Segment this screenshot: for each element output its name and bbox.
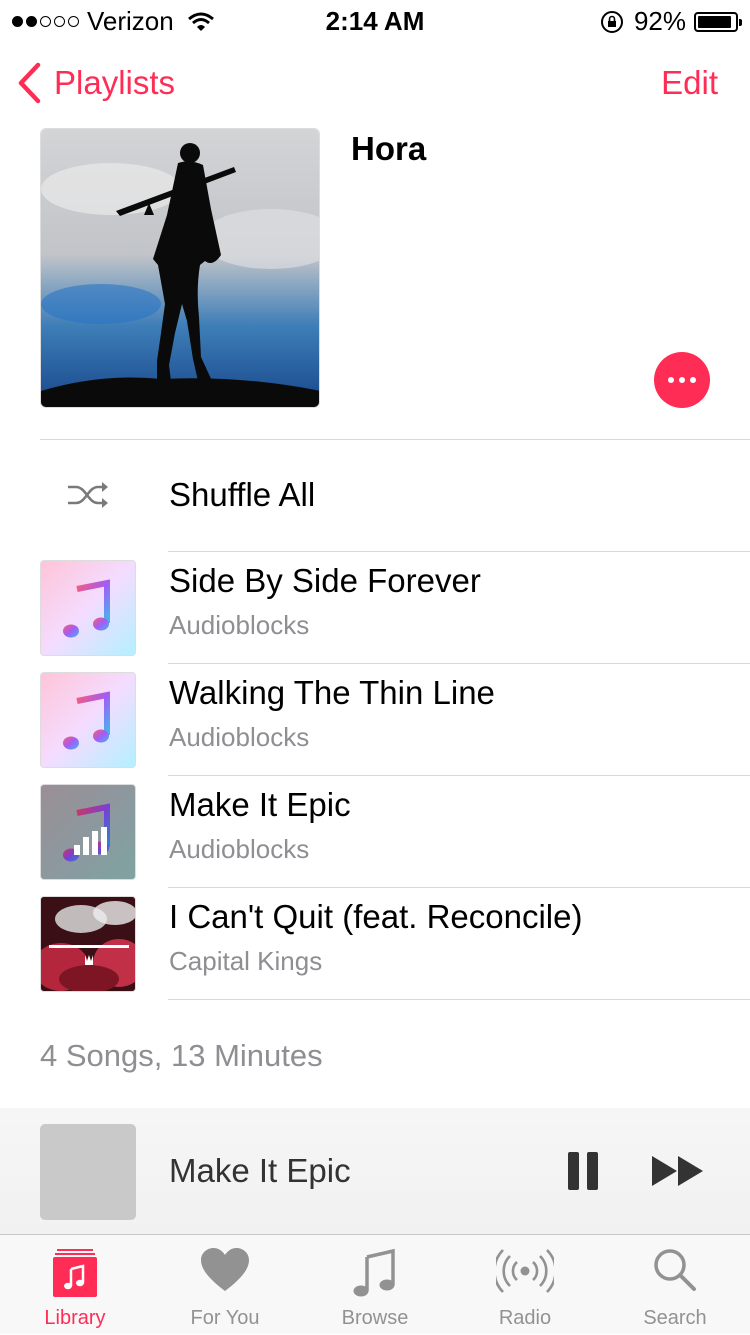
ellipsis-icon [668,377,674,383]
song-row[interactable]: Walking The Thin Line Audioblocks [0,664,750,776]
song-artwork [40,896,136,992]
tab-library[interactable]: Library [0,1235,150,1335]
music-note-icon [353,1248,395,1297]
tab-for-you[interactable]: For You [150,1235,300,1335]
music-note-icon [63,691,110,750]
fast-forward-icon [652,1156,703,1186]
song-artist: Audioblocks [169,722,310,752]
now-playing-artwork [40,1124,136,1220]
tab-label: For You [190,1307,260,1329]
tab-label: Search [643,1307,707,1329]
song-row[interactable]: Side By Side Forever Audioblocks [0,552,750,664]
tab-label: Radio [498,1307,552,1329]
song-artist: Capital Kings [169,946,323,976]
mini-player[interactable]: Make It Epic [0,1108,750,1234]
shuffle-label: Shuffle All [169,476,316,513]
song-artwork [40,672,136,768]
song-row[interactable]: I Can't Quit (feat. Reconcile) Capital K… [0,888,750,1000]
song-title: Make It Epic [169,786,351,823]
playlist-title: Hora [351,130,427,167]
song-title: I Can't Quit (feat. Reconcile) [169,898,583,935]
song-row[interactable]: Make It Epic Audioblocks [0,776,750,888]
shuffle-icon [68,482,108,508]
tab-radio[interactable]: Radio [450,1235,600,1335]
song-artwork [40,560,136,656]
divider [168,999,750,1000]
heart-icon [201,1248,249,1291]
battery-info: 92% [600,6,742,37]
next-track-button[interactable] [650,1154,706,1193]
album-cover-image [41,897,135,991]
navigation-bar: Playlists Edit [0,56,750,116]
chevron-left-icon [18,62,41,104]
tab-browse[interactable]: Browse [300,1235,450,1335]
radio-icon [496,1249,554,1293]
search-icon [654,1249,696,1291]
artwork-image [41,129,319,407]
back-label: Playlists [54,64,176,101]
music-note-icon [63,579,110,638]
song-title: Side By Side Forever [169,562,481,599]
tab-bar: Library For You Browse Radio Search [0,1234,750,1334]
battery-icon [694,11,742,32]
battery-percent: 92% [633,6,686,36]
now-playing-icon [63,803,110,862]
back-button[interactable]: Playlists [16,62,175,104]
pause-icon [568,1152,579,1190]
library-icon [53,1249,97,1297]
pause-button[interactable] [566,1152,598,1192]
tab-label: Browse [341,1307,409,1329]
now-playing-title: Make It Epic [169,1152,351,1189]
edit-button[interactable]: Edit [661,64,718,102]
song-artist: Audioblocks [169,610,310,640]
playlist-summary: 4 Songs, 13 Minutes [40,1038,323,1073]
song-artwork [40,784,136,880]
status-bar: Verizon 2:14 AM 92% [0,0,750,40]
song-title: Walking The Thin Line [169,674,495,711]
orientation-lock-icon [600,10,623,33]
more-options-button[interactable] [654,352,710,408]
song-artist: Audioblocks [169,834,310,864]
shuffle-all-button[interactable]: Shuffle All [0,440,750,552]
playlist-artwork [40,128,320,408]
tab-label: Library [44,1307,106,1329]
tab-search[interactable]: Search [600,1235,750,1335]
